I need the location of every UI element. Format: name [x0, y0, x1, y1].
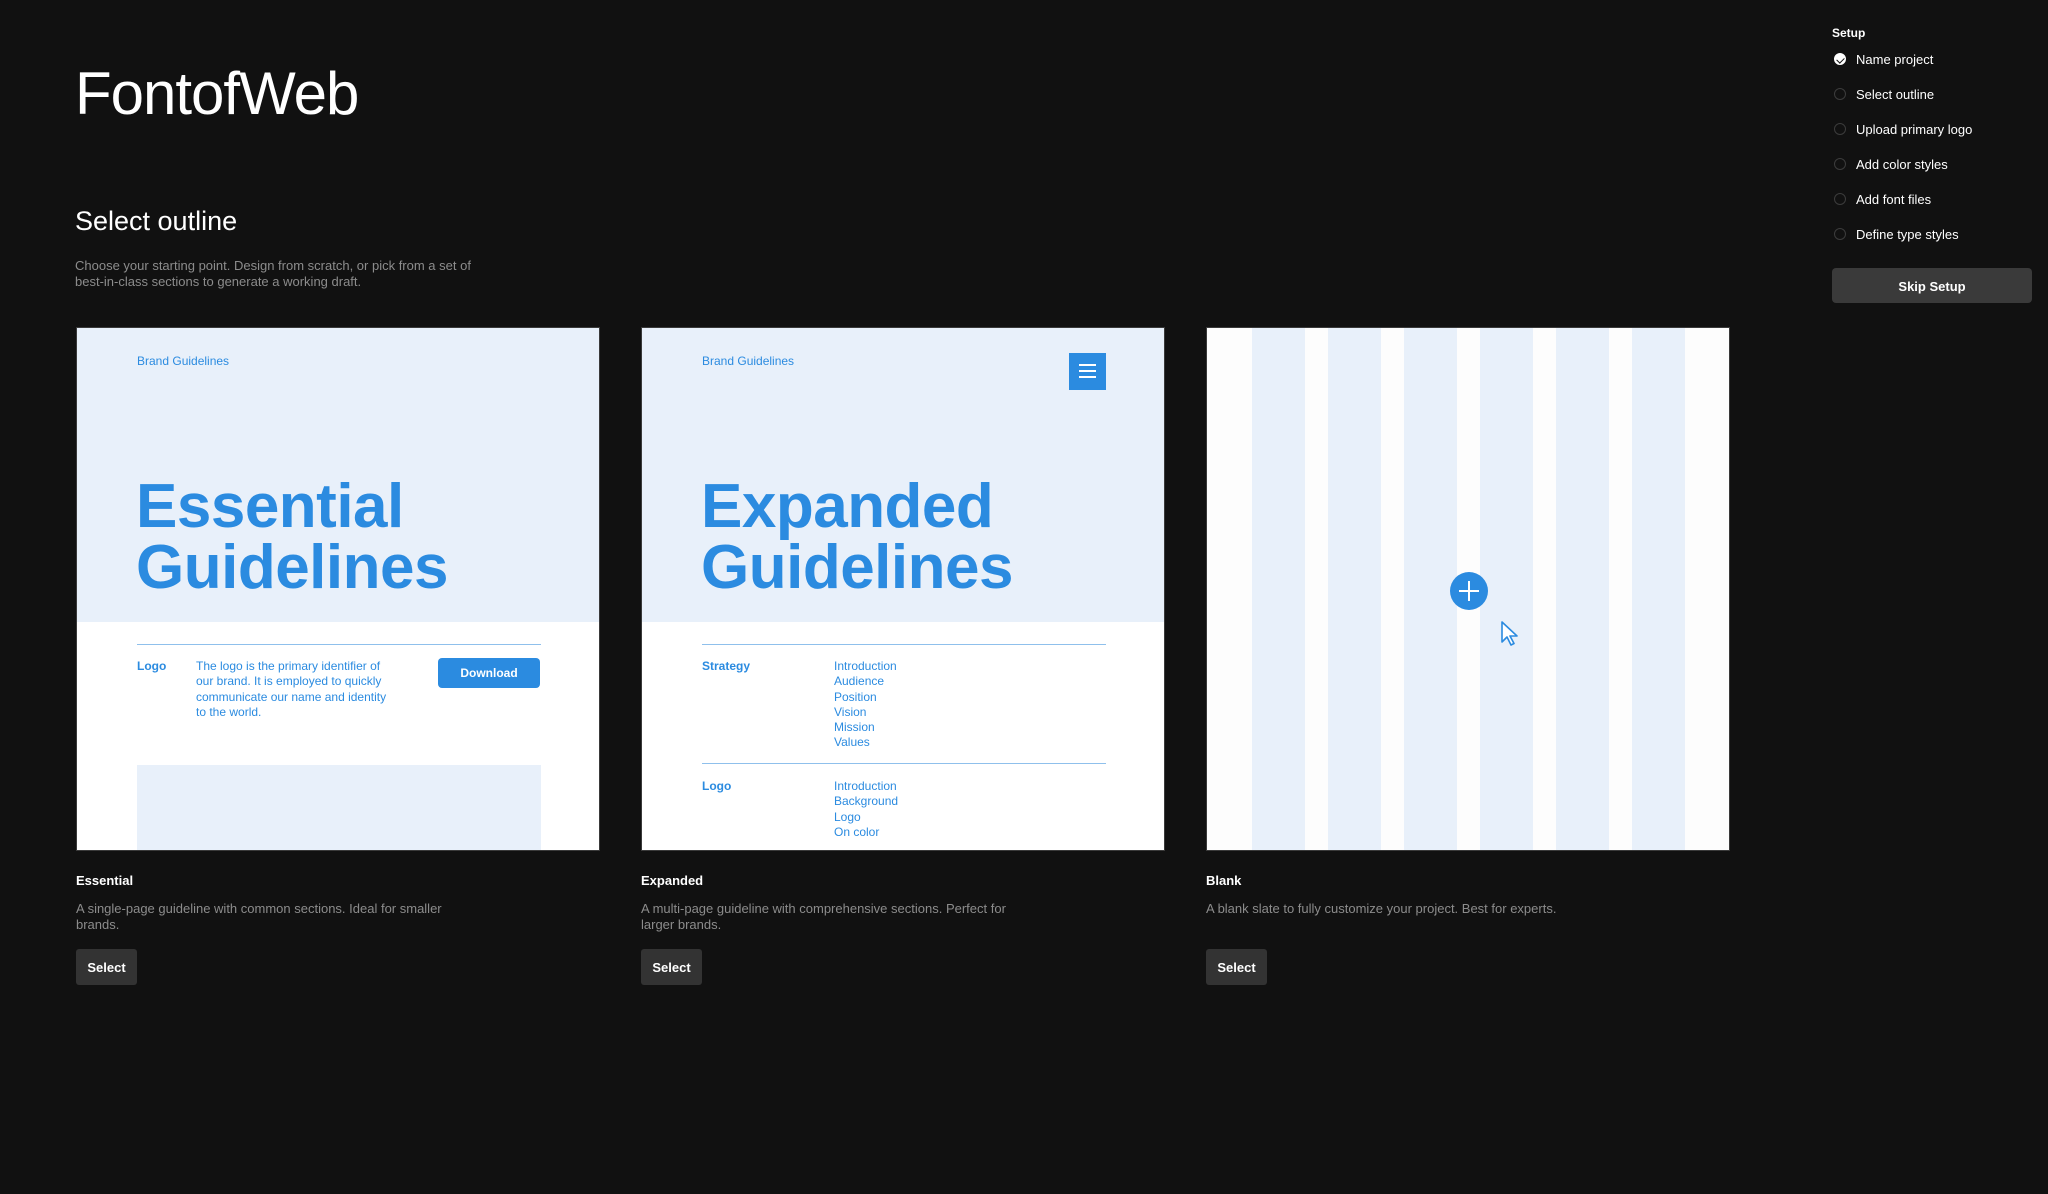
setup-step-type-styles[interactable]: Define type styles	[1832, 227, 2032, 262]
empty-circle-icon	[1834, 123, 1846, 135]
preview-image-placeholder	[137, 765, 541, 850]
outline-selection-page: FontofWeb Select outline Choose your sta…	[0, 0, 2048, 1194]
preview-item: Introduction	[834, 659, 897, 673]
outline-card-essential: Brand Guidelines Essential Guidelines Lo…	[76, 327, 600, 985]
preview-title-line2: Guidelines	[136, 533, 448, 602]
empty-circle-icon	[1834, 88, 1846, 100]
setup-checklist: Setup Name project Select outline Upload…	[1832, 26, 2032, 303]
grid-column	[1556, 328, 1609, 850]
add-icon[interactable]	[1450, 572, 1488, 610]
preview-section-items: Introduction Audience Position Vision Mi…	[834, 659, 897, 751]
card-name: Essential	[76, 873, 134, 888]
setup-step-upload-logo[interactable]: Upload primary logo	[1832, 122, 2032, 157]
preview-item: Position	[834, 689, 877, 704]
card-name: Blank	[1206, 873, 1242, 888]
preview-item: Mission	[834, 720, 875, 735]
card-description: A multi-page guideline with comprehensiv…	[641, 901, 1006, 932]
preview-title-line1: Expanded	[701, 472, 994, 541]
cursor-icon	[1501, 621, 1518, 646]
empty-circle-icon	[1834, 158, 1846, 170]
select-blank-button[interactable]: Select	[1206, 949, 1267, 985]
check-circle-icon	[1834, 53, 1846, 65]
empty-circle-icon	[1834, 228, 1846, 240]
preview-divider	[702, 763, 1106, 764]
setup-step-select-outline[interactable]: Select outline	[1832, 87, 2032, 122]
preview-item: Audience	[834, 674, 885, 689]
setup-step-color-styles[interactable]: Add color styles	[1832, 157, 2032, 192]
preview-section-label: Logo	[702, 779, 732, 793]
preview-title-line2: Guidelines	[701, 533, 1013, 602]
card-description: A single-page guideline with common sect…	[76, 901, 442, 932]
setup-step-label: Upload primary logo	[1856, 122, 1973, 137]
brand-logo: FontofWeb	[75, 60, 359, 127]
preview-item: Background	[834, 794, 899, 809]
outline-card-expanded: Brand Guidelines Expanded Guidelines Str…	[641, 327, 1165, 985]
preview-item: On color	[834, 824, 880, 839]
expanded-preview[interactable]: Brand Guidelines Expanded Guidelines Str…	[641, 327, 1165, 851]
preview-eyebrow: Brand Guidelines	[702, 354, 795, 368]
setup-step-label: Name project	[1856, 52, 1934, 67]
preview-section-items: Introduction Background Logo On color	[834, 779, 898, 840]
preview-eyebrow: Brand Guidelines	[137, 354, 230, 368]
select-expanded-button[interactable]: Select	[641, 949, 702, 985]
empty-circle-icon	[1834, 193, 1846, 205]
setup-step-label: Define type styles	[1856, 227, 1959, 242]
preview-item: Logo	[834, 809, 861, 824]
grid-column	[1328, 328, 1381, 850]
card-description: A blank slate to fully customize your pr…	[1206, 901, 1557, 916]
setup-title: Setup	[1832, 26, 1866, 40]
preview-divider	[137, 644, 541, 645]
setup-step-font-files[interactable]: Add font files	[1832, 192, 2032, 227]
blank-preview[interactable]	[1206, 327, 1730, 851]
preview-divider	[702, 644, 1106, 645]
preview-item: Values	[834, 735, 870, 750]
skip-setup-button[interactable]: Skip Setup	[1832, 268, 2032, 303]
setup-step-label: Add font files	[1856, 192, 1932, 207]
grid-column	[1632, 328, 1685, 850]
preview-item: Introduction	[834, 779, 897, 793]
preview-row-label: Logo	[137, 659, 167, 673]
card-name: Expanded	[641, 873, 704, 888]
select-essential-button[interactable]: Select	[76, 949, 137, 985]
preview-download-button: Download	[438, 658, 540, 688]
page-description: Choose your starting point. Design from …	[75, 258, 471, 289]
page-title: Select outline	[75, 206, 238, 236]
essential-preview[interactable]: Brand Guidelines Essential Guidelines Lo…	[76, 327, 600, 851]
outline-card-blank: Blank A blank slate to fully customize y…	[1206, 327, 1730, 985]
setup-step-label: Select outline	[1856, 87, 1935, 102]
preview-title-line1: Essential	[136, 472, 404, 541]
grid-column	[1252, 328, 1305, 850]
setup-step-label: Add color styles	[1856, 157, 1948, 172]
setup-step-name-project[interactable]: Name project	[1832, 52, 2032, 87]
preview-title: Expanded Guidelines	[701, 472, 1013, 602]
preview-title: Essential Guidelines	[136, 472, 448, 602]
preview-section-label: Strategy	[702, 659, 751, 673]
preview-item: Vision	[834, 704, 867, 719]
preview-row-text: The logo is the primary identifier of ou…	[196, 659, 387, 719]
menu-icon	[1069, 353, 1106, 390]
